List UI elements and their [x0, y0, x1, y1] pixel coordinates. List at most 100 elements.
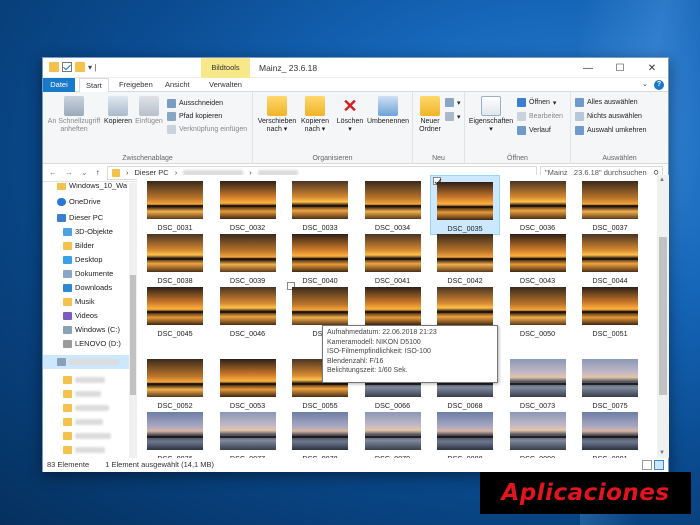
cut-button[interactable]: Ausschneiden	[167, 99, 223, 108]
easy-access-button[interactable]: ▾	[445, 112, 461, 121]
content-scroll-thumb[interactable]	[659, 237, 667, 395]
new-folder-icon[interactable]	[75, 62, 85, 72]
recent-locations-icon[interactable]: ⌄	[81, 168, 88, 177]
file-thumbnail[interactable]: DSC_0088	[430, 406, 500, 458]
sidebar-item-musik[interactable]: Musik	[63, 295, 95, 309]
sidebar-item-blurred-selected[interactable]	[43, 355, 129, 369]
sidebar-scroll-thumb[interactable]	[130, 275, 136, 395]
ribbon: An Schnellzugriff anheften Kopieren Einf…	[43, 92, 668, 164]
sidebar-item-blurred-4[interactable]	[63, 415, 103, 429]
copy-button[interactable]: Kopieren	[103, 96, 133, 126]
folder-icon	[63, 376, 72, 384]
file-thumbnail[interactable]: DSC_0032	[213, 175, 283, 235]
file-thumbnail[interactable]: DSC_0034	[358, 175, 428, 235]
rename-button[interactable]: Umbenennen	[365, 96, 411, 126]
select-all-button[interactable]: Alles auswählen	[575, 98, 638, 107]
copy-path-button[interactable]: Pfad kopieren	[167, 112, 222, 121]
file-thumbnail[interactable]: DSC_0037	[575, 175, 645, 235]
back-arrow-icon[interactable]: ←	[49, 168, 57, 177]
file-thumbnail[interactable]: DSC_0052	[140, 353, 210, 413]
photo-thumbnail-image	[219, 287, 276, 325]
file-thumbnail[interactable]: DSC_0031	[140, 175, 210, 235]
invert-selection-button[interactable]: Auswahl umkehren	[575, 126, 647, 135]
properties-check-icon[interactable]	[62, 62, 72, 72]
file-thumbnail[interactable]: DSC_0076	[140, 406, 210, 458]
sidebar-item-dokumente[interactable]: Dokumente	[63, 267, 113, 281]
sidebar-item-3d-objekte[interactable]: 3D-Objekte	[63, 225, 113, 239]
file-thumbnail[interactable]: DSC_0079	[358, 406, 428, 458]
history-button[interactable]: Verlauf	[517, 126, 551, 135]
properties-button[interactable]: Eigenschaften ▾	[467, 96, 515, 134]
sidebar-item-desktop[interactable]: Desktop	[63, 253, 103, 267]
maximize-button[interactable]: ☐	[604, 58, 636, 78]
file-thumbnail[interactable]: DSC_0045	[140, 281, 210, 341]
scroll-up-icon[interactable]: ▲	[659, 177, 665, 183]
sidebar-item-onedrive[interactable]: OneDrive	[57, 195, 101, 209]
up-arrow-icon[interactable]: ↑	[96, 168, 100, 177]
content-scrollbar[interactable]: ▲ ▼	[657, 175, 669, 458]
file-thumbnail[interactable]: DSC_0033	[285, 175, 355, 235]
folder-icon[interactable]	[49, 62, 59, 72]
paste-button[interactable]: Einfügen	[133, 96, 165, 126]
file-thumbnail[interactable]: DSC_0042	[430, 228, 500, 288]
file-thumbnail[interactable]: DSC_0046	[213, 281, 283, 341]
sidebar-item-blurred-2[interactable]	[63, 387, 101, 401]
file-thumbnail[interactable]: DSC_0053	[213, 353, 283, 413]
sidebar-item-windows-c[interactable]: Windows (C:)	[63, 323, 120, 337]
edit-button[interactable]: Bearbeiten	[517, 112, 563, 121]
sidebar-item-blurred-6[interactable]	[63, 443, 105, 457]
file-thumbnail[interactable]: DSC_0090	[503, 406, 573, 458]
select-none-button[interactable]: Nichts auswählen	[575, 112, 642, 121]
file-thumbnail[interactable]: DSC_0073	[503, 353, 573, 413]
open-button[interactable]: Öffnen ▾	[517, 98, 556, 107]
file-thumbnail[interactable]: DSC_0078	[285, 406, 355, 458]
sidebar-item-blurred-5[interactable]	[63, 429, 111, 443]
scroll-down-icon[interactable]: ▼	[659, 450, 665, 456]
file-thumbnail[interactable]: DSC_0091	[575, 406, 645, 458]
help-icon[interactable]: ?	[654, 80, 664, 90]
move-to-button[interactable]: Verschieben nach ▾	[257, 96, 297, 134]
file-thumbnail[interactable]: DSC_0043	[503, 228, 573, 288]
file-thumbnail[interactable]: DSC_0035	[430, 175, 500, 235]
tab-datei[interactable]: Datei	[43, 78, 75, 92]
file-thumbnail[interactable]: DSC_0036	[503, 175, 573, 235]
customize-dropdown-icon[interactable]: ▾ |	[88, 63, 96, 72]
sidebar-item-windows10[interactable]: Windows_10_Wa	[57, 183, 127, 193]
new-item-button[interactable]: ▾	[445, 98, 461, 107]
file-thumbnail[interactable]: DSC_0039	[213, 228, 283, 288]
forward-arrow-icon[interactable]: →	[65, 168, 73, 177]
file-thumbnail[interactable]: DSC_0075	[575, 353, 645, 413]
open-icon	[517, 98, 526, 107]
pin-quick-access-button[interactable]: An Schnellzugriff anheften	[45, 96, 103, 134]
tab-freigeben[interactable]: Freigeben	[113, 78, 159, 92]
sidebar-item-dieser-pc[interactable]: Dieser PC	[57, 211, 103, 225]
file-thumbnail[interactable]: DSC_0041	[358, 228, 428, 288]
sidebar-item-videos[interactable]: Videos	[63, 309, 98, 323]
tab-verwalten[interactable]: Verwalten	[203, 78, 248, 92]
sidebar-item-blurred-3[interactable]	[63, 401, 109, 415]
minimize-button[interactable]: —	[572, 58, 604, 78]
expand-ribbon-icon[interactable]: ⌄	[642, 80, 648, 90]
sidebar-item-blurred-1[interactable]	[63, 373, 105, 387]
tab-start[interactable]: Start	[79, 78, 109, 93]
invert-selection-icon	[575, 126, 584, 135]
file-thumbnail[interactable]: DSC_0077	[213, 406, 283, 458]
close-button[interactable]: ✕	[636, 58, 668, 78]
bridge-silhouette	[219, 310, 276, 313]
file-thumbnail[interactable]: DSC_0051	[575, 281, 645, 341]
paste-shortcut-button[interactable]: Verknüpfung einfügen	[167, 125, 247, 134]
file-thumbnail[interactable]: DSC_0044	[575, 228, 645, 288]
sidebar-item-bilder[interactable]: Bilder	[63, 239, 94, 253]
sidebar-scrollbar[interactable]	[129, 183, 137, 458]
copy-to-button[interactable]: Kopieren nach ▾	[297, 96, 333, 134]
large-icons-view-icon[interactable]	[654, 460, 664, 470]
file-thumbnail[interactable]: DSC_0050	[503, 281, 573, 341]
details-view-icon[interactable]	[642, 460, 652, 470]
file-thumbnail[interactable]: DSC_0040	[285, 228, 355, 288]
file-thumbnail[interactable]: DSC_0038	[140, 228, 210, 288]
delete-button[interactable]: ✕ Löschen ▾	[335, 96, 365, 134]
sidebar-item-downloads[interactable]: Downloads	[63, 281, 112, 295]
tab-ansicht[interactable]: Ansicht	[159, 78, 196, 92]
new-folder-button[interactable]: Neuer Ordner	[415, 96, 445, 134]
sidebar-item-lenovo-d[interactable]: LENOVO (D:)	[63, 337, 121, 351]
